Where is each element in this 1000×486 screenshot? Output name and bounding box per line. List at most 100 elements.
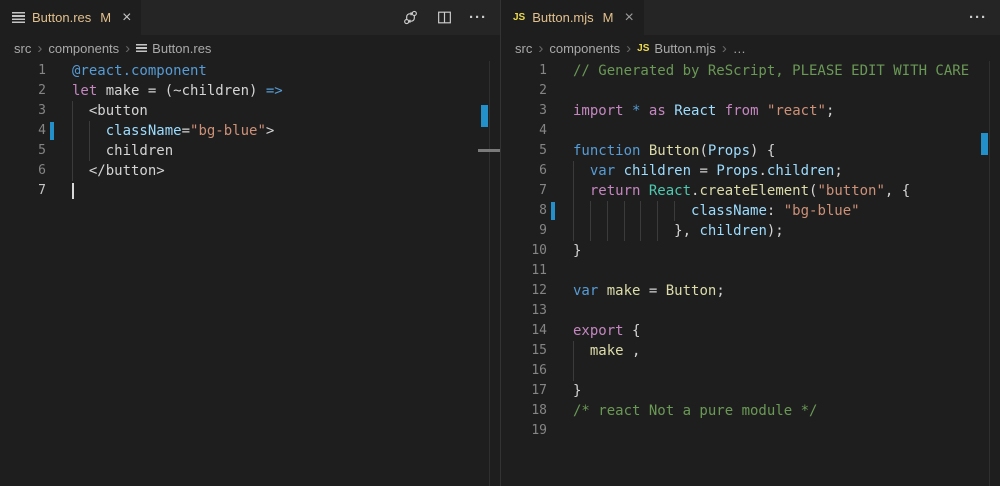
code-line[interactable]: 2let make = (~children) => [0, 81, 500, 101]
chevron-right-icon: › [720, 40, 729, 57]
line-number: 12 [501, 281, 547, 301]
breadcrumb-item-components[interactable]: components [549, 41, 620, 56]
code-text: export { [501, 321, 1000, 341]
line-number: 5 [0, 141, 46, 161]
code-text: </button> [0, 161, 500, 181]
indent-guide [674, 201, 675, 221]
breadcrumb: src › components › Button.res [0, 35, 500, 61]
line-number: 9 [501, 221, 547, 241]
tab-button-mjs[interactable]: JS Button.mjs M × [501, 0, 645, 35]
breadcrumb: src › components › JS Button.mjs › … [501, 35, 1000, 61]
code-line[interactable]: 19 [501, 421, 1000, 441]
code-text: return React.createElement("button", { [501, 181, 1000, 201]
editor-actions-left: ··· [400, 0, 488, 35]
line-number: 15 [501, 341, 547, 361]
breadcrumb-item-file[interactable]: JS Button.mjs [637, 41, 716, 56]
more-actions-icon[interactable]: ··· [968, 8, 988, 28]
indent-guide [624, 221, 625, 241]
code-text: <button [0, 101, 500, 121]
chevron-right-icon: › [35, 40, 44, 57]
overview-ruler-modified-marker [981, 133, 988, 155]
javascript-file-icon: JS [637, 43, 649, 54]
breadcrumb-item-components[interactable]: components [48, 41, 119, 56]
line-number: 8 [501, 201, 547, 221]
code-line[interactable]: 2 [501, 81, 1000, 101]
indent-guide [573, 181, 574, 201]
line-number: 4 [501, 121, 547, 141]
code-line[interactable]: 1// Generated by ReScript, PLEASE EDIT W… [501, 61, 1000, 81]
code-line[interactable]: 1@react.component [0, 61, 500, 81]
indent-guide [573, 161, 574, 181]
indent-guide [640, 201, 641, 221]
code-lines: 1// Generated by ReScript, PLEASE EDIT W… [501, 61, 1000, 441]
code-text: }, children); [501, 221, 1000, 241]
code-line[interactable]: 6 </button> [0, 161, 500, 181]
code-line[interactable]: 5 children [0, 141, 500, 161]
code-editor-right[interactable]: 1// Generated by ReScript, PLEASE EDIT W… [501, 61, 1000, 486]
line-number: 7 [501, 181, 547, 201]
close-tab-icon[interactable]: × [625, 10, 634, 26]
code-line[interactable]: 4 className="bg-blue"> [0, 121, 500, 141]
code-line[interactable]: 13 [501, 301, 1000, 321]
code-text: import * as React from "react"; [501, 101, 1000, 121]
indent-guide [624, 201, 625, 221]
code-line[interactable]: 8 className: "bg-blue" [501, 201, 1000, 221]
breadcrumb-item-symbol[interactable]: … [733, 41, 746, 56]
indent-guide [72, 101, 73, 121]
code-line[interactable]: 4 [501, 121, 1000, 141]
chevron-right-icon: › [624, 40, 633, 57]
indent-guide [72, 121, 73, 141]
code-line[interactable]: 18/* react Not a pure module */ [501, 401, 1000, 421]
indent-guide [640, 221, 641, 241]
code-line[interactable]: 5function Button(Props) { [501, 141, 1000, 161]
code-line[interactable]: 11 [501, 261, 1000, 281]
indent-guide [72, 161, 73, 181]
code-line[interactable]: 7 [0, 181, 500, 201]
code-line[interactable]: 6 var children = Props.children; [501, 161, 1000, 181]
breadcrumb-item-src[interactable]: src [14, 41, 31, 56]
code-editor-left[interactable]: 1@react.component2let make = (~children)… [0, 61, 500, 486]
text-cursor [72, 183, 74, 199]
code-text: var make = Button; [501, 281, 1000, 301]
code-text: } [501, 381, 1000, 401]
gutter-modified-indicator [50, 122, 54, 140]
code-line[interactable]: 9 }, children); [501, 221, 1000, 241]
indent-guide [590, 201, 591, 221]
code-text: className: "bg-blue" [501, 201, 1000, 221]
more-actions-icon[interactable]: ··· [468, 8, 488, 28]
code-text: children [0, 141, 500, 161]
code-line[interactable]: 15 make , [501, 341, 1000, 361]
line-number: 3 [501, 101, 547, 121]
code-line[interactable]: 16 [501, 361, 1000, 381]
line-number: 16 [501, 361, 547, 381]
line-number: 1 [501, 61, 547, 81]
code-line[interactable]: 14export { [501, 321, 1000, 341]
code-line[interactable]: 3import * as React from "react"; [501, 101, 1000, 121]
code-line[interactable]: 12var make = Button; [501, 281, 1000, 301]
indent-guide [89, 141, 90, 161]
javascript-file-icon: JS [513, 12, 525, 23]
indent-guide [72, 141, 73, 161]
code-lines: 1@react.component2let make = (~children)… [0, 61, 500, 201]
line-number: 11 [501, 261, 547, 281]
line-number: 6 [501, 161, 547, 181]
open-changes-icon[interactable] [400, 8, 420, 28]
split-editor-icon[interactable] [434, 8, 454, 28]
code-line[interactable]: 10} [501, 241, 1000, 261]
editor-pane-left: Button.res M × [0, 0, 500, 486]
breadcrumb-item-file[interactable]: Button.res [136, 41, 211, 56]
modified-badge: M [603, 10, 614, 25]
line-number: 2 [501, 81, 547, 101]
code-line[interactable]: 3 <button [0, 101, 500, 121]
line-number: 5 [501, 141, 547, 161]
indent-guide [573, 221, 574, 241]
code-text: // Generated by ReScript, PLEASE EDIT WI… [501, 61, 1000, 81]
indent-guide [607, 221, 608, 241]
editor-actions-right: ··· [968, 0, 988, 35]
close-tab-icon[interactable]: × [122, 10, 131, 26]
code-text: var children = Props.children; [501, 161, 1000, 181]
code-line[interactable]: 17} [501, 381, 1000, 401]
tab-button-res[interactable]: Button.res M × [0, 0, 142, 35]
code-line[interactable]: 7 return React.createElement("button", { [501, 181, 1000, 201]
breadcrumb-item-src[interactable]: src [515, 41, 532, 56]
